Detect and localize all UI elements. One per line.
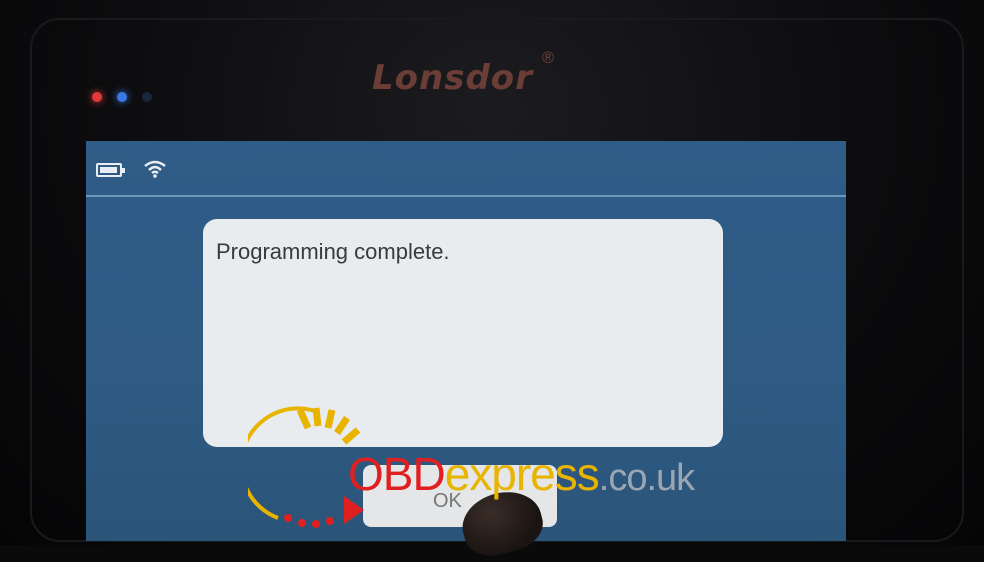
registered-mark: ® — [540, 48, 556, 67]
device-body: Lonsdor ® Programming complete. OK OBDex… — [0, 0, 984, 562]
dialog-message: Programming complete. — [216, 239, 450, 264]
dark-led-indicator — [142, 92, 152, 102]
ok-button-label: OK — [433, 490, 462, 512]
brand-logo: Lonsdor — [372, 58, 533, 98]
device-screen: Programming complete. OK — [86, 141, 846, 541]
battery-icon — [96, 163, 125, 177]
wifi-icon — [144, 160, 166, 178]
status-bar — [86, 141, 846, 197]
message-dialog: Programming complete. — [203, 219, 723, 447]
blue-led-indicator — [117, 92, 127, 102]
red-led-indicator — [92, 92, 102, 102]
